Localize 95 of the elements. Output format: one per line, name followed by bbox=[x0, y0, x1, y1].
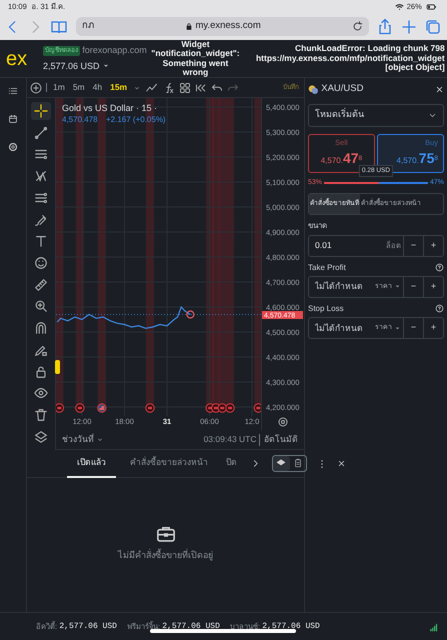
help-icon[interactable] bbox=[435, 304, 444, 314]
plus-button[interactable]: + bbox=[423, 318, 443, 338]
legend-change: +2.167 (+0.05%) bbox=[106, 115, 166, 124]
briefcase-icon bbox=[156, 524, 176, 544]
logo[interactable]: ex bbox=[0, 48, 34, 68]
error-text: "notification_widget": bbox=[151, 49, 240, 58]
empty-message: ไม่มีคำสั่งซื้อขายที่เปิดอยู่ bbox=[118, 548, 213, 562]
mode-select[interactable]: โหมดเริ่มต้น bbox=[308, 104, 444, 126]
legend-price: 4,570.478 bbox=[62, 115, 98, 124]
price-dot-icon bbox=[186, 310, 194, 319]
pencil-icon bbox=[34, 342, 48, 357]
clipboard-icon bbox=[292, 458, 303, 468]
line-chart-icon[interactable] bbox=[145, 82, 160, 94]
fib-icon bbox=[34, 190, 48, 205]
event-icon[interactable] bbox=[254, 403, 261, 413]
layout-icon[interactable] bbox=[179, 82, 192, 94]
server-name: forexonapp.com bbox=[82, 44, 147, 57]
error-text: ChunkLoadError: Loading chunk 798 bbox=[294, 44, 445, 54]
minus-button[interactable]: − bbox=[403, 276, 423, 297]
plus-button[interactable]: + bbox=[423, 276, 443, 297]
settings-icon[interactable] bbox=[278, 418, 288, 426]
chevron-right-icon[interactable] bbox=[251, 459, 260, 468]
footer-value: 2,577.06 USD bbox=[262, 620, 320, 632]
eye-icon bbox=[34, 386, 48, 400]
collapse-handle[interactable] bbox=[55, 360, 60, 374]
footer-value: 2,577.06 USD bbox=[162, 620, 220, 632]
address-bar[interactable]: กภ my.exness.com bbox=[76, 17, 369, 36]
tabs-icon[interactable] bbox=[425, 18, 441, 34]
lock-icon bbox=[185, 22, 194, 31]
battery-icon bbox=[424, 2, 439, 12]
tab[interactable]: ปิด bbox=[222, 450, 241, 478]
emoji-icon bbox=[34, 256, 48, 270]
ruler-icon bbox=[34, 278, 48, 292]
error-text: Something went bbox=[162, 58, 228, 68]
date-range-button[interactable]: ช่วงวันที่ bbox=[60, 433, 106, 446]
flag-icon[interactable] bbox=[97, 403, 107, 413]
lock-icon bbox=[34, 364, 48, 379]
share-icon[interactable] bbox=[377, 18, 393, 35]
crosshair-tool[interactable] bbox=[31, 102, 51, 120]
symbol-flag-icon bbox=[308, 84, 319, 95]
tab[interactable]: คำสั่งซื้อขายล่วงหน้า bbox=[126, 450, 212, 478]
pattern-icon bbox=[34, 169, 48, 184]
event-icon[interactable] bbox=[56, 403, 64, 413]
help-icon[interactable] bbox=[435, 263, 444, 272]
error-text: https://my.exness.com/mfp/notification_widget bbox=[256, 54, 445, 64]
trash-icon bbox=[34, 408, 48, 422]
field-label: ขนาด bbox=[308, 220, 327, 232]
minus-button[interactable]: − bbox=[403, 318, 423, 338]
error-text: [object Object] bbox=[385, 63, 445, 73]
field-label: Take Profit bbox=[308, 262, 346, 274]
timeframe-button[interactable]: 5m bbox=[70, 81, 87, 94]
timeframe-button[interactable]: 15m bbox=[108, 81, 130, 94]
timeframe-button[interactable]: 1m bbox=[51, 81, 67, 94]
add-icon[interactable] bbox=[30, 82, 42, 94]
minus-button[interactable]: − bbox=[403, 236, 423, 256]
layers-icon bbox=[34, 430, 48, 444]
plus-icon[interactable] bbox=[401, 18, 417, 34]
close-icon[interactable] bbox=[435, 84, 444, 94]
clock-text: 03:09:43 UTC bbox=[204, 433, 256, 446]
auto-scale-button[interactable]: อัตโนมัติ bbox=[262, 433, 300, 446]
error-text: Widget bbox=[181, 40, 210, 50]
tab[interactable]: เปิดแล้ว bbox=[67, 450, 116, 478]
bookmarks-icon[interactable] bbox=[50, 18, 68, 34]
plus-button[interactable]: + bbox=[423, 236, 443, 256]
field-label: Stop Loss bbox=[308, 302, 344, 315]
chart-title: Gold vs US Dollar · 15 · bbox=[62, 103, 158, 113]
event-icon[interactable] bbox=[75, 403, 85, 413]
crosshair-icon bbox=[34, 104, 48, 118]
magnet-icon bbox=[34, 321, 48, 336]
event-icon[interactable] bbox=[225, 403, 235, 413]
zoom-icon bbox=[34, 299, 48, 314]
replay-icon[interactable] bbox=[195, 82, 208, 94]
calendar-icon[interactable] bbox=[8, 114, 18, 124]
symbol-name: XAU/USD bbox=[321, 82, 364, 96]
signal-icon bbox=[429, 622, 439, 632]
error-text: wrong bbox=[182, 68, 210, 78]
parallel-icon bbox=[34, 147, 48, 162]
view-toggle-button[interactable] bbox=[273, 456, 290, 472]
text-icon bbox=[34, 234, 48, 248]
tab-text: กภ bbox=[82, 19, 94, 34]
caret-icon bbox=[394, 324, 401, 332]
list-icon[interactable] bbox=[8, 86, 18, 96]
wifi-icon bbox=[395, 2, 404, 11]
settings-icon[interactable] bbox=[8, 142, 18, 152]
brush-icon bbox=[34, 212, 48, 227]
account-balance: 2,577.06 USD bbox=[43, 60, 100, 73]
undo-icon[interactable] bbox=[211, 82, 224, 94]
url-text: my.exness.com bbox=[195, 19, 261, 34]
event-icon[interactable] bbox=[145, 403, 155, 413]
event-icon[interactable] bbox=[218, 403, 227, 413]
reload-icon[interactable] bbox=[352, 21, 363, 32]
timeframe-button[interactable]: 4h bbox=[90, 81, 104, 94]
close-icon[interactable] bbox=[337, 459, 346, 468]
trendline-icon bbox=[34, 126, 48, 140]
footer-value: 2,577.06 USD bbox=[59, 620, 117, 632]
